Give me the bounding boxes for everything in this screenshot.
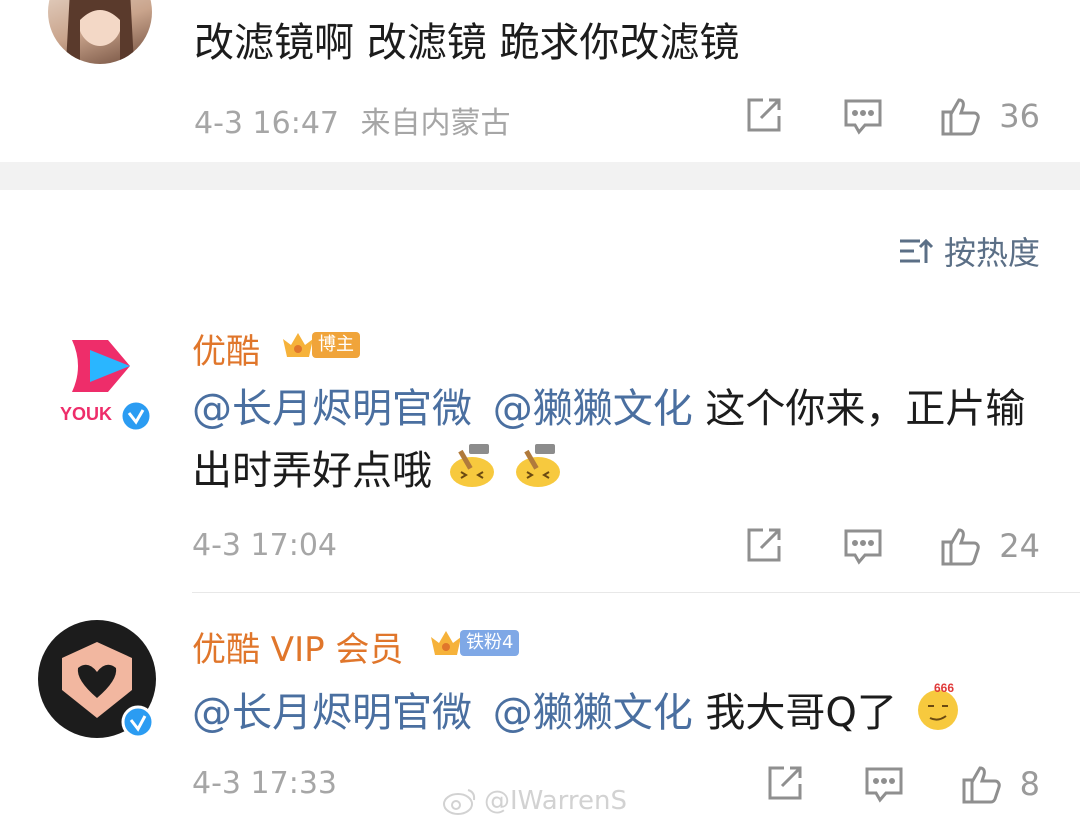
hammer-emoji-icon	[511, 440, 565, 506]
crown-icon	[283, 333, 313, 357]
mention-link[interactable]: @长月烬明官微	[192, 690, 472, 736]
comment-time: 4-3 17:04	[192, 528, 337, 563]
share-icon	[747, 98, 781, 132]
comment-time: 4-3 17:33	[192, 766, 337, 801]
section-divider	[0, 162, 1080, 190]
avatar[interactable]	[48, 0, 152, 64]
share-button[interactable]	[743, 96, 783, 136]
share-button[interactable]	[764, 764, 804, 804]
thumbs-up-icon	[941, 528, 981, 566]
sort-label: 按热度	[943, 234, 1040, 272]
badge-fan: 铁粉4	[428, 628, 520, 658]
sort-lines-icon	[899, 238, 934, 263]
reply-button[interactable]	[843, 96, 883, 136]
comment-icon	[844, 529, 882, 565]
svg-text:YOUK: YOUK	[60, 404, 112, 424]
weibo-logo-icon	[443, 789, 476, 815]
avatar-youku[interactable]: YOUK	[38, 320, 156, 438]
comment-location: 来自内蒙古	[360, 106, 511, 141]
crown-icon	[431, 631, 461, 655]
comment-time: 4-3 16:47	[194, 106, 339, 141]
comment-body: 我大哥Q了	[692, 690, 897, 736]
verified-badge-icon	[120, 704, 156, 744]
comment-icon	[844, 99, 882, 135]
mention-link[interactable]: @长月烬明官微	[192, 386, 472, 432]
reply-button[interactable]	[843, 526, 883, 566]
mention-link[interactable]: @獭獭文化	[493, 386, 693, 432]
like-button[interactable]: 8	[960, 762, 1040, 806]
comment-top: 改滤镜啊 改滤镜 跪求你改滤镜 4-3 16:47 来自内蒙古 36	[0, 0, 1080, 162]
666-emoji-icon: 666	[910, 680, 966, 750]
badge-blogger: 博主	[280, 330, 360, 360]
comment-separator	[192, 592, 1080, 593]
like-count: 24	[999, 527, 1040, 565]
share-icon	[768, 766, 802, 800]
comment-text: 改滤镜啊 改滤镜 跪求你改滤镜	[194, 20, 740, 66]
username[interactable]: 优酷 VIP 会员	[192, 622, 403, 671]
sort-toggle[interactable]: 按热度	[898, 228, 1040, 274]
like-button[interactable]: 36	[939, 94, 1040, 138]
watermark: @IWarrenS	[442, 786, 627, 816]
reply-button[interactable]	[864, 764, 904, 804]
comment-actions: 24	[743, 524, 1040, 568]
hammer-emoji-icon	[445, 440, 499, 506]
share-icon	[747, 528, 781, 562]
username[interactable]: 优酷	[192, 324, 260, 373]
comment-text: @长月烬明官微 @獭獭文化 这个你来，正片输出时弄好点哦	[192, 378, 1042, 506]
badge-label: 博主	[312, 332, 360, 358]
share-button[interactable]	[743, 526, 783, 566]
comment-actions: 8	[764, 762, 1040, 806]
like-count: 36	[999, 97, 1040, 135]
badge-label: 铁粉4	[460, 630, 520, 656]
thumbs-up-icon	[941, 98, 981, 136]
like-count: 8	[1019, 765, 1040, 803]
watermark-text: @IWarrenS	[484, 786, 627, 816]
thumbs-up-icon	[962, 766, 1001, 804]
svg-text:666: 666	[934, 681, 954, 695]
comment-youku: YOUK 优酷 博主 @长月烬明官微 @獭獭文化 这个你来，正片输出时弄好点哦 …	[0, 300, 1080, 590]
comment-text: @长月烬明官微 @獭獭文化 我大哥Q了 666	[192, 680, 1052, 750]
comment-actions: 36	[743, 94, 1040, 138]
like-button[interactable]: 24	[939, 524, 1040, 568]
mention-link[interactable]: @獭獭文化	[493, 690, 693, 736]
comment-icon	[865, 767, 903, 803]
comment-meta: 4-3 16:47 来自内蒙古	[194, 98, 511, 142]
